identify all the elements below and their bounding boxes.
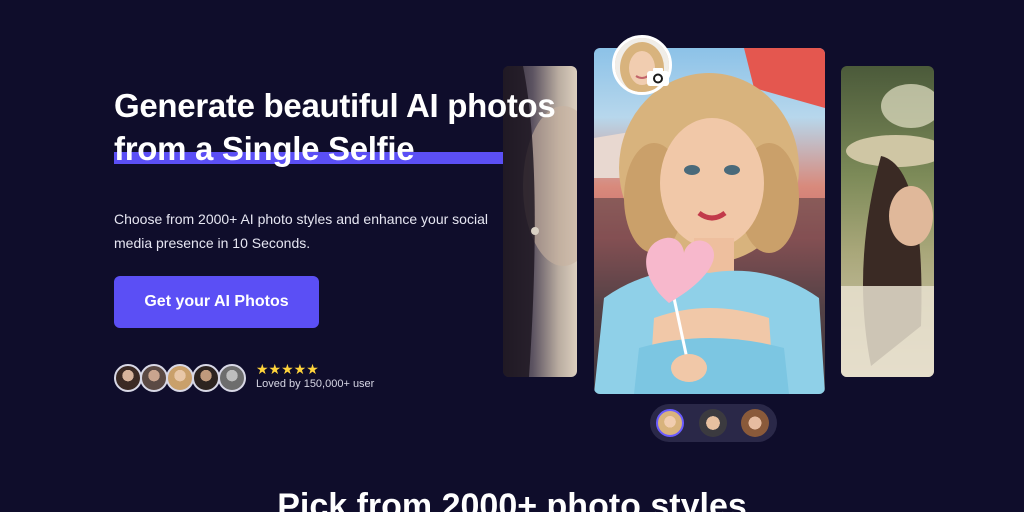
hero-headline: Generate beautiful AI photos from a Sing… <box>114 84 556 170</box>
section-title: Pick from 2000+ photo styles <box>277 487 747 512</box>
get-ai-photos-button[interactable]: Get your AI Photos <box>114 276 319 328</box>
avatar <box>192 364 220 392</box>
portrait-right-image <box>841 84 934 377</box>
selfie-option-2[interactable] <box>699 409 727 437</box>
style-card-right <box>841 66 934 377</box>
selfie-option-1[interactable] <box>656 409 684 437</box>
avatar <box>114 364 142 392</box>
landing-page: Generate beautiful AI photos from a Sing… <box>0 0 1024 512</box>
selfie-option-3[interactable] <box>741 409 769 437</box>
avatar <box>166 364 194 392</box>
loved-by-text: Loved by 150,000+ user <box>256 378 375 390</box>
camera-icon <box>646 67 670 87</box>
user-avatars <box>114 364 246 392</box>
avatar <box>140 364 168 392</box>
selfie-switcher <box>650 404 777 442</box>
portrait-main-image <box>594 48 825 394</box>
rating-stars: ★★★★★ <box>256 361 319 377</box>
headline-line-1: Generate beautiful AI photos <box>114 87 556 124</box>
avatar <box>218 364 246 392</box>
hero-subtitle: Choose from 2000+ AI photo styles and en… <box>114 211 488 251</box>
style-card-main <box>594 48 825 394</box>
headline-line-2: from a Single Selfie <box>114 130 415 167</box>
